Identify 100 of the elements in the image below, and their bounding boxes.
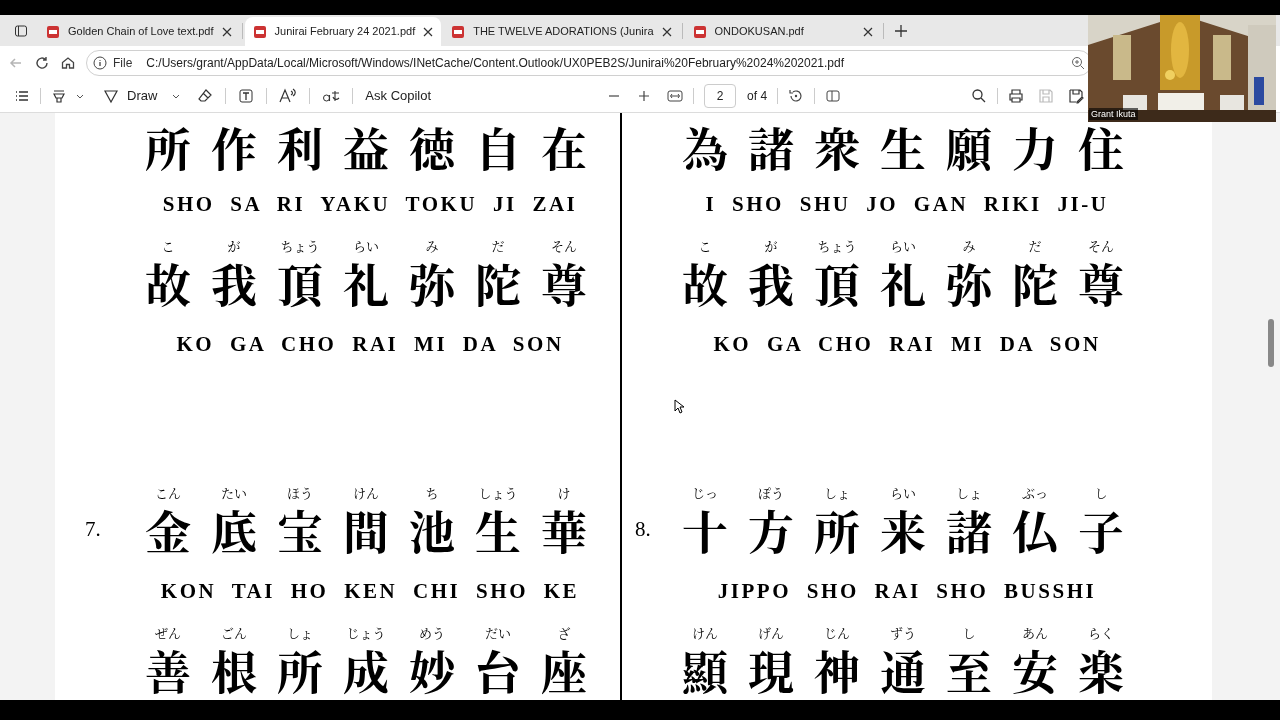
furigana: し [1094,484,1108,502]
furigana: み [962,237,976,255]
kanji-character: 顯 [682,646,728,692]
furigana: けん [353,484,379,502]
furigana: け [557,484,571,502]
kanji-character: 礼 [343,259,389,305]
kanji-character: 故 [682,259,728,305]
tab[interactable]: ONDOKUSAN.pdf [684,17,881,46]
furigana: じん [824,624,850,642]
furigana: らい [890,484,916,502]
furigana: ごん [221,624,247,642]
kanji-character: 所 [814,506,860,552]
kanji-character: 神 [814,646,860,692]
furigana: らい [890,237,916,255]
furigana: しょう [478,484,518,502]
tab-title: THE TWELVE ADORATIONS (Junira [473,24,654,40]
kanji-character: 善 [145,646,191,692]
furigana: し [962,624,976,642]
furigana: そん [551,237,577,255]
tab[interactable]: Junirai February 24 2021.pdf [244,17,442,46]
kanji-character: 衆 [814,123,860,169]
furigana: ほう [287,484,313,502]
kanji-character: 在 [541,123,587,169]
tab[interactable]: THE TWELVE ADORATIONS (Junira [443,17,680,46]
furigana: じっ [692,484,718,502]
kanji-character: 自 [475,123,521,169]
kanji-character: 来 [880,506,926,552]
draw-button[interactable]: Draw [127,86,158,106]
kanji-character: 頂 [814,259,860,305]
furigana: ち [425,484,439,502]
furigana: ぜん [155,624,181,642]
furigana: こ [161,237,175,255]
furigana: そん [1088,237,1114,255]
kanji-character: 願 [946,123,992,169]
page-number-field[interactable]: 2 [704,84,737,108]
furigana: ぶっ [1022,484,1048,502]
furigana: だい [485,624,511,642]
furigana: たい [221,484,247,502]
tab-title: Golden Chain of Love text.pdf [68,24,214,40]
kanji-character: 故 [145,259,191,305]
kanji-character: 所 [145,123,191,169]
kanji-character: 陀 [1012,259,1058,305]
kanji-character: 礼 [880,259,926,305]
kanji-character: 利 [277,123,323,169]
tab-title: Junirai February 24 2021.pdf [274,24,416,40]
kanji-character: 通 [880,646,926,692]
kanji-character: 子 [1078,506,1124,552]
furigana: らく [1088,624,1114,642]
furigana: が [227,237,241,255]
kanji-character: 尊 [541,259,587,305]
furigana: げん [758,624,784,642]
kanji-character: 生 [880,123,926,169]
furigana: ずう [890,624,916,642]
kanji-character: 弥 [409,259,455,305]
kanji-character: 楽 [1078,646,1124,692]
ask-copilot-button[interactable]: Ask Copilot [365,86,432,106]
furigana: こん [155,484,181,502]
kanji-character: 弥 [946,259,992,305]
romanization-line: KO GA CHO RAI MI DA SON [713,331,1101,359]
furigana: しょ [287,624,313,642]
furigana: こ [698,237,712,255]
kanji-character: 成 [343,646,389,692]
kanji-character: 我 [211,259,257,305]
furigana: けん [692,624,718,642]
kanji-character: 徳 [409,123,455,169]
kanji-character: 益 [343,123,389,169]
kanji-character: 力 [1012,123,1058,169]
furigana: ちょう [817,237,857,255]
furigana: み [425,237,439,255]
kanji-character: 我 [748,259,794,305]
furigana: めう [419,624,445,642]
furigana: ぽう [758,484,784,502]
furigana: ざ [557,624,571,642]
furigana: が [764,237,778,255]
kanji-character: 現 [748,646,794,692]
romanization-line: KON TAI HO KEN CHI SHO KE [160,578,580,606]
participant-name: Grant Ikuta [1089,108,1138,120]
kanji-character: 華 [541,506,587,552]
romanization-line: SHO SA RI YAKU TOKU JI ZAI [162,191,578,219]
kanji-character: 至 [946,646,992,692]
kanji-character: 底 [211,506,257,552]
kanji-character: 住 [1078,123,1124,169]
verse-number: 7. [85,516,101,543]
furigana: だ [491,237,505,255]
tab[interactable]: Golden Chain of Love text.pdf [38,17,240,46]
kanji-character: 根 [211,646,257,692]
kanji-character: 間 [343,506,389,552]
kanji-character: 宝 [277,506,323,552]
page-count: of 4 [747,88,768,105]
kanji-character: 諸 [748,123,794,169]
kanji-character: 生 [475,506,521,552]
kanji-character: 陀 [475,259,521,305]
furigana: だ [1028,237,1042,255]
furigana: しょ [956,484,982,502]
furigana: ちょう [280,237,320,255]
file-label: File [113,55,133,72]
furigana: あん [1022,624,1048,642]
kanji-character: 所 [277,646,323,692]
tab-title: ONDOKUSAN.pdf [714,24,805,40]
verse-number: 8. [635,516,651,543]
